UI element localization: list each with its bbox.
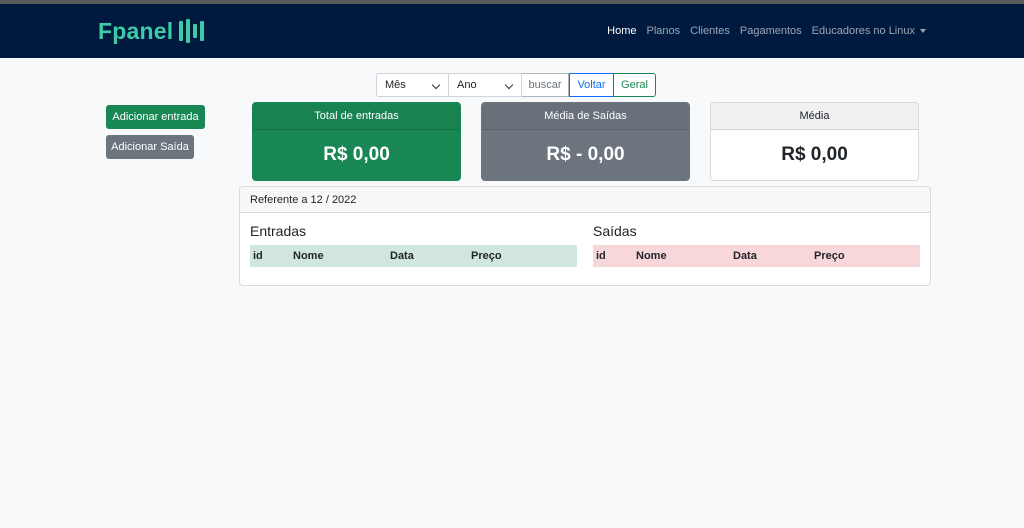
chevron-down-icon xyxy=(504,80,514,90)
all-button[interactable]: Geral xyxy=(614,73,656,97)
total-entries-value: R$ 0,00 xyxy=(323,144,390,165)
column-header: Nome xyxy=(636,250,667,262)
entries-section: Entradas id Nome Data Preço xyxy=(250,223,577,267)
nav-clientes[interactable]: Clientes xyxy=(690,25,730,37)
nav-educadores-dropdown[interactable]: Educadores no Linux xyxy=(812,25,926,37)
column-header: id xyxy=(253,250,263,262)
nav-pagamentos[interactable]: Pagamentos xyxy=(740,25,802,37)
nav-educadores-label: Educadores no Linux xyxy=(811,25,915,37)
nav-planos[interactable]: Planos xyxy=(646,25,680,37)
nav-links: Home Planos Clientes Pagamentos Educador… xyxy=(607,4,926,58)
avg-exits-card: Média de Saídas R$ - 0,00 xyxy=(481,102,690,181)
brand-name: Fpanel xyxy=(98,17,174,44)
column-header: Preço xyxy=(814,250,845,262)
total-entries-title: Total de entradas xyxy=(253,103,460,130)
add-exit-button[interactable]: Adicionar Saída xyxy=(106,135,194,159)
exits-title: Saídas xyxy=(593,223,637,239)
month-select[interactable]: Mês xyxy=(376,73,449,97)
column-header: Nome xyxy=(293,250,324,262)
year-select-value: Ano xyxy=(457,79,477,91)
average-value: R$ 0,00 xyxy=(781,144,848,165)
add-entry-button[interactable]: Adicionar entrada xyxy=(106,105,205,129)
column-header: Data xyxy=(733,250,757,262)
column-header: id xyxy=(596,250,606,262)
column-header: Preço xyxy=(471,250,502,262)
back-button[interactable]: Voltar xyxy=(569,73,614,97)
period-panel: Referente a 12 / 2022 Entradas id Nome D… xyxy=(239,186,931,286)
bars-icon xyxy=(179,19,205,43)
average-title: Média xyxy=(711,103,918,130)
month-select-value: Mês xyxy=(385,79,406,91)
average-card: Média R$ 0,00 xyxy=(710,102,919,181)
filter-bar: Mês Ano buscar Voltar Geral xyxy=(376,73,656,97)
avg-exits-title: Média de Saídas xyxy=(482,103,689,130)
entries-table-header: id Nome Data Preço xyxy=(250,245,577,267)
entries-title: Entradas xyxy=(250,223,307,239)
nav-home[interactable]: Home xyxy=(607,25,636,37)
year-select[interactable]: Ano xyxy=(449,73,522,97)
period-header: Referente a 12 / 2022 xyxy=(240,187,930,213)
caret-down-icon xyxy=(920,29,926,34)
search-button[interactable]: buscar xyxy=(522,73,569,97)
column-header: Data xyxy=(390,250,414,262)
avg-exits-value: R$ - 0,00 xyxy=(546,144,625,165)
total-entries-card: Total de entradas R$ 0,00 xyxy=(252,102,461,181)
brand-logo[interactable]: Fpanel xyxy=(98,16,205,46)
chevron-down-icon xyxy=(431,80,441,90)
exits-table-header: id Nome Data Preço xyxy=(593,245,920,267)
exits-section: Saídas id Nome Data Preço xyxy=(593,223,920,267)
